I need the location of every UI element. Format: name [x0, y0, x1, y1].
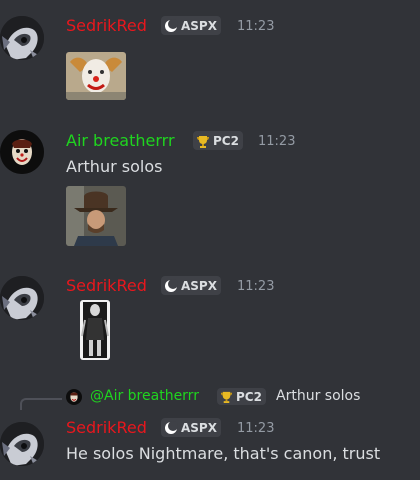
sedrik-avatar[interactable]	[0, 276, 44, 320]
author-name[interactable]: SedrikRed	[66, 276, 147, 295]
cowboy-hat-image[interactable]	[66, 186, 126, 246]
guild-tag-label: ASPX	[181, 420, 217, 435]
guild-tag-label: PC2	[236, 389, 262, 404]
moon-orb-icon	[165, 18, 178, 32]
guild-tag[interactable]: ASPX	[161, 418, 221, 437]
message-4: @Air breatherrr PC2 Arthur solos SedrikR…	[0, 384, 420, 480]
reply-avatar[interactable]	[66, 389, 82, 405]
message-text: Arthur solos	[66, 157, 163, 176]
guild-tag-label: ASPX	[181, 278, 217, 293]
guild-tag-label: PC2	[213, 133, 239, 148]
trophy-icon	[197, 135, 209, 148]
message-3: SedrikRed ASPX 11:23	[0, 266, 420, 366]
reply-preview-text[interactable]: Arthur solos	[276, 388, 360, 404]
timestamp: 11:23	[237, 279, 275, 294]
clown-mask-image[interactable]	[66, 52, 126, 100]
guild-tag[interactable]: ASPX	[161, 276, 221, 295]
timestamp: 11:23	[237, 19, 275, 34]
reply-guild-tag[interactable]: PC2	[217, 388, 266, 405]
guild-tag[interactable]: PC2	[193, 131, 243, 150]
guild-tag[interactable]: ASPX	[161, 16, 221, 35]
tall-figure-image[interactable]	[80, 300, 110, 360]
moon-orb-icon	[165, 278, 178, 292]
author-name[interactable]: Air breatherrr	[66, 131, 175, 150]
message-text: He solos Nightmare, that's canon, trust	[66, 444, 381, 463]
timestamp: 11:23	[237, 421, 275, 436]
trophy-icon	[220, 391, 233, 403]
author-name[interactable]: SedrikRed	[66, 16, 147, 35]
air-breatherrr-avatar[interactable]	[0, 130, 44, 174]
author-name[interactable]: SedrikRed	[66, 418, 147, 437]
message-2: Air breatherrr PC2 11:23 Arthur solos	[0, 120, 420, 250]
sedrik-avatar[interactable]	[0, 422, 44, 466]
timestamp: 11:23	[258, 134, 296, 149]
reply-mention[interactable]: @Air breatherrr	[90, 388, 199, 404]
moon-orb-icon	[165, 420, 178, 434]
sedrik-avatar[interactable]	[0, 16, 44, 60]
guild-tag-label: ASPX	[181, 18, 217, 33]
message-1: SedrikRed ASPX 11:23	[0, 0, 420, 110]
